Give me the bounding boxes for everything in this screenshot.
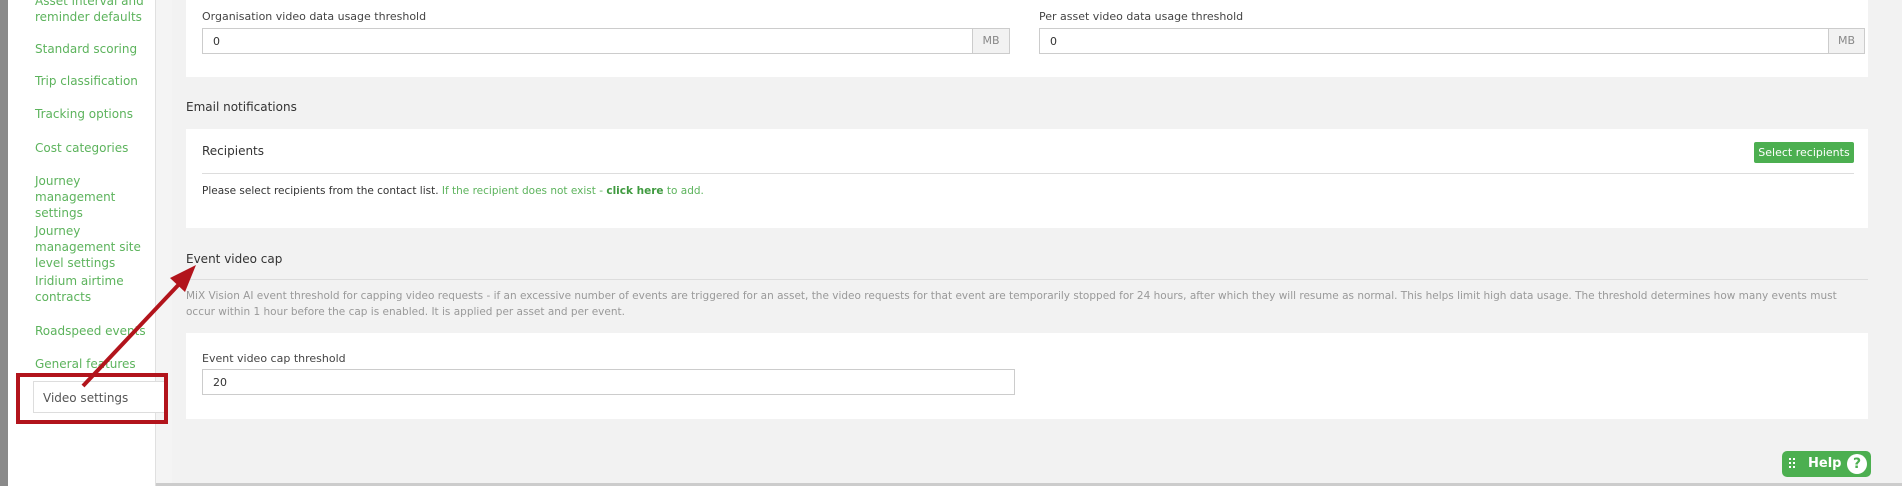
org-threshold-label: Organisation video data usage threshold bbox=[202, 10, 427, 23]
cap-heading-divider bbox=[186, 279, 1868, 280]
sidebar-item-trip-classification[interactable]: Trip classification bbox=[35, 73, 153, 89]
recipients-info-suffix: to add. bbox=[666, 185, 704, 197]
recipients-divider bbox=[202, 173, 1854, 174]
sidebar-item-journey-management[interactable]: Journey management settings bbox=[35, 173, 153, 221]
event-video-cap-heading: Event video cap bbox=[186, 252, 283, 266]
annotation-highlight-box bbox=[16, 373, 168, 424]
usage-threshold-panel: Organisation video data usage threshold … bbox=[186, 0, 1868, 77]
event-cap-threshold-label: Event video cap threshold bbox=[202, 352, 346, 365]
sidebar-item-general-features[interactable]: General features bbox=[35, 356, 153, 372]
add-contact-link[interactable]: click here bbox=[606, 185, 663, 197]
sidebar-item-iridium-airtime[interactable]: Iridium airtime contracts bbox=[35, 273, 153, 305]
question-icon: ? bbox=[1847, 454, 1867, 474]
sidebar-item-standard-scoring[interactable]: Standard scoring bbox=[35, 41, 153, 57]
asset-threshold-input[interactable]: 0 bbox=[1039, 28, 1829, 54]
event-video-cap-description: MiX Vision AI event threshold for cappin… bbox=[186, 290, 1837, 318]
sidebar-item-asset-interval[interactable]: Asset interval and reminder defaults bbox=[35, 0, 153, 25]
drag-handle-icon[interactable] bbox=[1789, 458, 1797, 470]
window-edge bbox=[0, 0, 8, 486]
asset-threshold-label: Per asset video data usage threshold bbox=[1039, 10, 1244, 23]
org-threshold-input[interactable]: 0 bbox=[202, 28, 973, 54]
recipients-info: Please select recipients from the contac… bbox=[202, 185, 704, 197]
event-cap-threshold-input[interactable]: 20 bbox=[202, 369, 1015, 395]
asset-threshold-unit: MB bbox=[1828, 28, 1865, 54]
sidebar-item-tracking-options[interactable]: Tracking options bbox=[35, 106, 153, 122]
sidebar-item-cost-categories[interactable]: Cost categories bbox=[35, 140, 153, 156]
sidebar-item-journey-site-level[interactable]: Journey management site level settings bbox=[35, 223, 153, 271]
org-threshold-unit: MB bbox=[972, 28, 1010, 54]
recipients-title: Recipients bbox=[202, 144, 265, 158]
help-button[interactable]: Help ? bbox=[1782, 451, 1871, 477]
recipients-info-prefix: Please select recipients from the contac… bbox=[202, 185, 439, 197]
recipients-panel: Recipients Select recipients Please sele… bbox=[186, 129, 1868, 228]
recipients-info-green: If the recipient does not exist - bbox=[441, 185, 603, 197]
help-label: Help bbox=[1808, 456, 1842, 471]
event-cap-panel: Event video cap threshold 20 bbox=[186, 333, 1868, 419]
main-content: Organisation video data usage threshold … bbox=[172, 0, 1902, 486]
sidebar-item-roadspeed-events[interactable]: Roadspeed events bbox=[35, 323, 153, 339]
email-notifications-heading: Email notifications bbox=[186, 100, 297, 114]
select-recipients-button[interactable]: Select recipients bbox=[1754, 142, 1854, 163]
